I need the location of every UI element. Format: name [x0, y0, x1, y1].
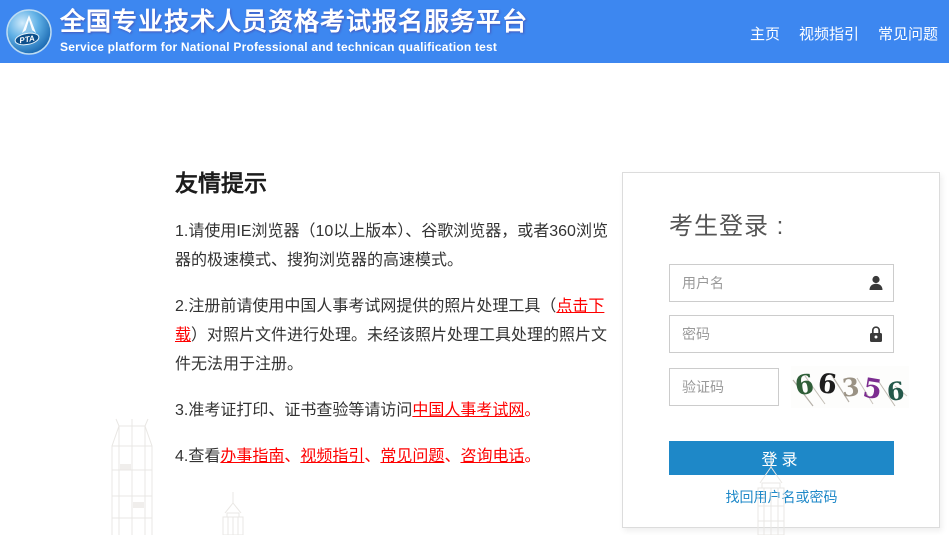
notice-item-2: 2.注册前请使用中国人事考试网提供的照片处理工具（点击下载）对照片文件进行处理。…	[175, 292, 613, 379]
captcha-row: 6 6 3 5 6	[669, 366, 939, 408]
notice-item-4: 4.查看办事指南、视频指引、常见问题、咨询电话。	[175, 442, 613, 471]
nav-faq-link[interactable]: 常见问题	[878, 23, 938, 44]
notice-section: 友情提示 1.请使用IE浏览器（10以上版本）、谷歌浏览器，或者360浏览器的极…	[175, 164, 613, 488]
header: PTA 全国专业技术人员资格考试报名服务平台 Service platform …	[0, 0, 949, 63]
username-input[interactable]	[669, 264, 894, 302]
login-heading: 考生登录 :	[669, 206, 939, 241]
cpta-site-link[interactable]: 中国人事考试网	[412, 402, 524, 419]
notice-item-3-period: 。	[524, 402, 540, 419]
captcha-image[interactable]: 6 6 3 5 6	[791, 366, 909, 408]
captcha-digits: 6 6 3 5 6	[795, 369, 904, 400]
video-guide-link[interactable]: 视频指引	[300, 448, 364, 465]
captcha-digit: 3	[840, 372, 860, 402]
separator-3: 、	[444, 448, 460, 465]
notice-item-2-text: 2.注册前请使用中国人事考试网提供的照片处理工具（	[175, 298, 556, 315]
captcha-input[interactable]	[669, 368, 779, 406]
notice-heading: 友情提示	[175, 164, 613, 198]
forgot-credentials-link[interactable]: 找回用户名或密码	[669, 487, 894, 507]
captcha-digit: 6	[817, 368, 839, 401]
pta-logo-icon: PTA	[5, 8, 53, 56]
faq-link[interactable]: 常见问题	[380, 448, 444, 465]
separator-2: 、	[364, 448, 380, 465]
captcha-field-wrap	[669, 368, 779, 406]
notice-item-4-prefix: 4.查看	[175, 448, 220, 465]
captcha-digit: 6	[793, 369, 816, 403]
password-input[interactable]	[669, 315, 894, 353]
login-button[interactable]: 登录	[669, 441, 894, 475]
page-title: 全国专业技术人员资格考试报名服务平台	[60, 9, 528, 36]
nav-home-link[interactable]: 主页	[750, 23, 780, 44]
header-nav: 主页 视频指引 常见问题	[750, 23, 938, 44]
nav-video-guide-link[interactable]: 视频指引	[799, 23, 859, 44]
header-titles: 全国专业技术人员资格考试报名服务平台 Service platform for …	[60, 9, 528, 54]
separator-1: 、	[284, 448, 300, 465]
notice-item-4-period: 。	[524, 448, 540, 465]
notice-item-1: 1.请使用IE浏览器（10以上版本）、谷歌浏览器，或者360浏览器的极速模式、搜…	[175, 217, 613, 275]
guide-link[interactable]: 办事指南	[220, 448, 284, 465]
watermark-building-tall	[103, 418, 161, 535]
page: { "header": { "logo_text": "PTA", "title…	[0, 0, 949, 535]
captcha-digit: 6	[885, 376, 905, 407]
notice-item-3-text: 3.准考证打印、证书查验等请访问	[175, 402, 412, 419]
notice-item-2-text-after: ）对照片文件进行处理。未经该照片处理工具处理的照片文件无法用于注册。	[175, 327, 607, 373]
page-subtitle: Service platform for National Profession…	[60, 40, 528, 54]
login-panel: 考生登录 :	[622, 172, 940, 528]
notice-item-1-text: 1.请使用IE浏览器（10以上版本）、谷歌浏览器，或者360浏览器的极速模式、搜…	[175, 223, 608, 269]
watermark-building-small	[218, 492, 248, 535]
username-field-wrap	[669, 264, 894, 302]
password-field-wrap	[669, 315, 894, 353]
notice-item-3: 3.准考证打印、证书查验等请访问中国人事考试网。	[175, 396, 613, 425]
phone-link[interactable]: 咨询电话	[460, 448, 524, 465]
